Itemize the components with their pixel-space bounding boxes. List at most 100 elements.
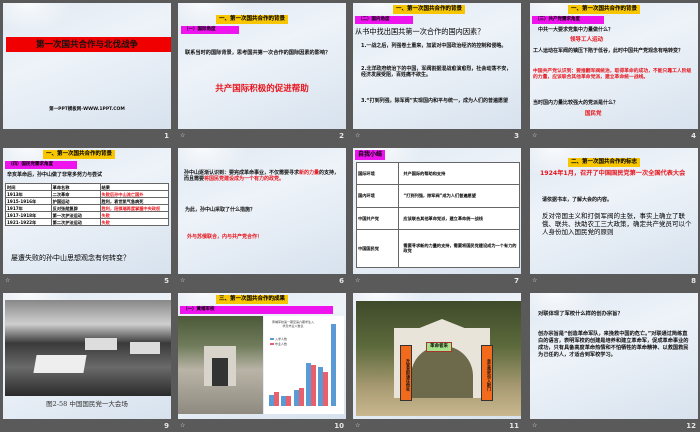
slide-number: 8 [691, 277, 696, 285]
slide-footer-8: ☆ 8 [530, 277, 698, 287]
answer-text: 创办宗旨是“创造革命军队，来挽救中国的危亡。”对联通过简练直白的语言，表明军校的… [538, 331, 689, 359]
answer-text: 领导工人运动 [570, 37, 604, 43]
question-text: 联系当时的国际背景，思考国共第一次合作的国际因素的影响？ [185, 50, 331, 56]
list-item: 1.一战之后，列强卷土重来，加紧对中国政治经济的控制和侵略。 [361, 43, 507, 49]
cell: 共产国际的帮助和支持 [398, 161, 520, 186]
summary-table: 国际环境 共产国际的帮助和支持 国内环境 “打到列强，除军阀”成为人们普遍愿望 中国… [355, 161, 520, 269]
section-header: 三、第一次国共合作的成果 [216, 295, 289, 304]
whampoa-academy-photo [178, 316, 263, 414]
bar-graduated [286, 396, 292, 406]
table-row: 中国共产党 应该联合其他革命党派，建立革命统一战线 [355, 206, 520, 230]
subsection-label: （一）国际角度 [181, 26, 239, 34]
slide-number: 4 [691, 132, 696, 140]
question-text: 对联体现了军校什么样的创办宗旨？ [538, 311, 623, 317]
slide-thumbnail-7[interactable]: 自我小结 国际环境 共产国际的帮助和支持 国内环境 “打到列强，除军阀”成为人们普遍… [353, 148, 521, 274]
bar-graduated [298, 387, 304, 406]
animation-icon: ☆ [532, 277, 538, 284]
slide-thumbnail-10[interactable]: 三、第一次国共合作的成果 （一）黄埔军校 黄埔军校第一期至第六期学生入学及毕业人… [178, 293, 346, 419]
gate-sign: 革命者来 [426, 342, 452, 352]
table-row: 1913年 二次革命 失败后孙中山流亡国外 [5, 190, 170, 199]
section-header: 一、第一次国共合作的背景 [393, 5, 466, 14]
cell: 中国国民党 [355, 228, 400, 269]
cell: 失败后孙中山流亡国外 [99, 190, 170, 199]
animation-icon: ☆ [180, 277, 186, 284]
text-run: 将国民党建设成为一个有力的政党。 [204, 176, 285, 183]
cell: 失败 [99, 218, 170, 227]
table-row: 1917-1918年 第一次护法运动 失败 [5, 211, 170, 220]
animation-icon: ☆ [532, 132, 538, 139]
slide-thumbnail-5[interactable]: 一、第一次国共合作的背景 （四）国民党需求角度 辛亥革命后，孙中山做了非常多努力… [3, 148, 171, 274]
question-text: 当时国内力量比较强大的党派是什么？ [533, 100, 619, 106]
cell: 1921-1922年 [5, 218, 52, 227]
revolution-table: 时间 革命名称 结果 1913年 二次革命 失败后孙中山流亡国外 1915-1916年护… [5, 182, 170, 227]
cell: 需要寻求新的力量的支持，需要将国民党建设成为一个有力的政党 [398, 228, 520, 269]
bar-enrolled [330, 324, 336, 406]
question-text: 屡遭失败的孙中山思想观念有何转变？ [11, 254, 130, 262]
academy-gate-photo [356, 301, 521, 416]
slide-thumbnail-11[interactable]: 革命者来 升官发财请往他处 贪生畏死勿入斯门 [353, 293, 521, 419]
body-text: 反对帝国主义和打倒军阀的主张，事实上确立了联俄、联共、扶助农工三大政策，确定共产… [542, 212, 692, 237]
cell: 二次革命 [50, 190, 101, 199]
answer-text: 共产国际积极的促进帮助 [215, 84, 309, 94]
cell: 国际环境 [355, 161, 400, 186]
intro-text: 辛亥革命后，孙中山做了非常多努力与尝试 [7, 172, 103, 178]
slide-thumbnail-8[interactable]: 二、第一次国共合作的标志 1924年1月，召开了中国国民党第一次全国代表大会 请… [530, 148, 698, 274]
bar-graduated [274, 392, 279, 406]
text-run: 新的力量 [299, 170, 320, 176]
body-text: 孙中山逐渐认识到：要完成革命事业，不仅需要寻求新的力量的支持，而且需要将国民党建… [184, 170, 342, 183]
slide-footer-2: ☆ 2 [178, 132, 346, 142]
prompt-text: 请依据书本，了解大会的内容。 [542, 197, 613, 203]
question-text: 为此，孙中山采取了什么措施？ [185, 207, 256, 213]
bar-chart: 黄埔军校第一期至第六期学生入学及毕业人数表 入学人数 毕业人数 [264, 316, 344, 414]
headline-text: 1924年1月，召开了中国国民党第一次全国代表大会 [540, 170, 686, 177]
animation-icon: ☆ [180, 422, 186, 429]
slide-thumbnail-2[interactable]: 一、第一次国共合作的背景 （一）国际角度 联系当时的国际背景，思考国共第一次合作… [178, 3, 346, 129]
table-row: 1921-1922年 第二次护法运动 失败 [5, 218, 170, 227]
slide-number: 3 [514, 132, 519, 140]
column-header: 时间 [5, 182, 52, 192]
table-row: 国内环境 “打到列强，除军阀”成为人们普遍愿望 [355, 184, 520, 208]
slide-thumbnail-4[interactable]: 一、第一次国共合作的背景 （三）共产党需求角度 中共一大要求党集中力量做什么？ … [530, 3, 698, 129]
animation-icon: ☆ [355, 277, 361, 284]
bar-graduated [323, 371, 329, 406]
slide-thumbnail-9[interactable]: 图2-58 中国国民党一大会场 [3, 293, 171, 419]
slide-number: 6 [339, 277, 344, 285]
question-text: 中共一大要求党集中力量做什么？ [538, 27, 614, 33]
table-row: 中国国民党 需要寻求新的力量的支持，需要将国民党建设成为一个有力的政党 [355, 228, 520, 269]
section-header: 一、第一次国共合作的背景 [568, 5, 641, 14]
cell: 反对张勋复辟 [50, 204, 101, 213]
slide-number: 9 [164, 422, 169, 430]
cell: 第二次护法运动 [50, 218, 101, 227]
slide-number: 1 [164, 132, 169, 140]
section-header: 一、第一次国共合作的背景 [216, 15, 289, 24]
question-text: 从书中找出国共第一次合作的国内因素？ [355, 27, 485, 36]
cell: 1913年 [5, 190, 52, 199]
slide-number: 5 [164, 277, 169, 285]
slide-footer-3: ☆ 3 [353, 132, 521, 142]
slide-title: 第一次国共合作与北伐战争 [35, 40, 138, 50]
slide-thumbnail-6[interactable]: 孙中山逐渐认识到：要完成革命事业，不仅需要寻求新的力量的支持，而且需要将国民党建… [178, 148, 346, 274]
chart-plot-area [268, 322, 342, 406]
answer-text: 外与苏俄联合，内与共产党合作！ [187, 234, 263, 240]
photo-caption: 图2-58 中国国民党一大会场 [46, 400, 128, 408]
table-row: 1915-1916年 护国运动 胜利，袁世凯气急病死 [5, 197, 170, 206]
cell: 1917年 [5, 204, 52, 213]
slide-footer-5: ☆ 5 [3, 277, 171, 287]
cell: “打到列强，除军阀”成为人们普遍愿望 [398, 184, 520, 208]
slide-thumbnail-12[interactable]: 对联体现了军校什么样的创办宗旨？ 创办宗旨是“创造革命军队，来挽救中国的危亡。”… [530, 293, 698, 419]
subsection-label: （一）黄埔军校 [180, 306, 333, 314]
column-header: 结果 [99, 182, 170, 192]
section-header: 二、第一次国共合作的标志 [568, 158, 641, 167]
cell: 第一次护法运动 [50, 211, 101, 220]
subsection-label: （二）国内角度 [355, 16, 413, 24]
slide-footer-1: 1 [3, 132, 171, 142]
slide-footer-6: ☆ 6 [178, 277, 346, 287]
table-row: 国际环境 共产国际的帮助和支持 [355, 161, 520, 186]
animation-icon: ☆ [180, 132, 186, 139]
slide-number: 2 [339, 132, 344, 140]
animation-icon: ☆ [355, 132, 361, 139]
slide-thumbnail-3[interactable]: 一、第一次国共合作的背景 （二）国内角度 从书中找出国共第一次合作的国内因素？ … [353, 3, 521, 129]
congress-hall-photo [5, 300, 171, 396]
slide-thumbnail-1[interactable]: 第一次国共合作与北伐战争 第一PPT模板网-WWW.1PPT.COM [3, 3, 171, 129]
cell: 中国共产党 [355, 206, 400, 230]
